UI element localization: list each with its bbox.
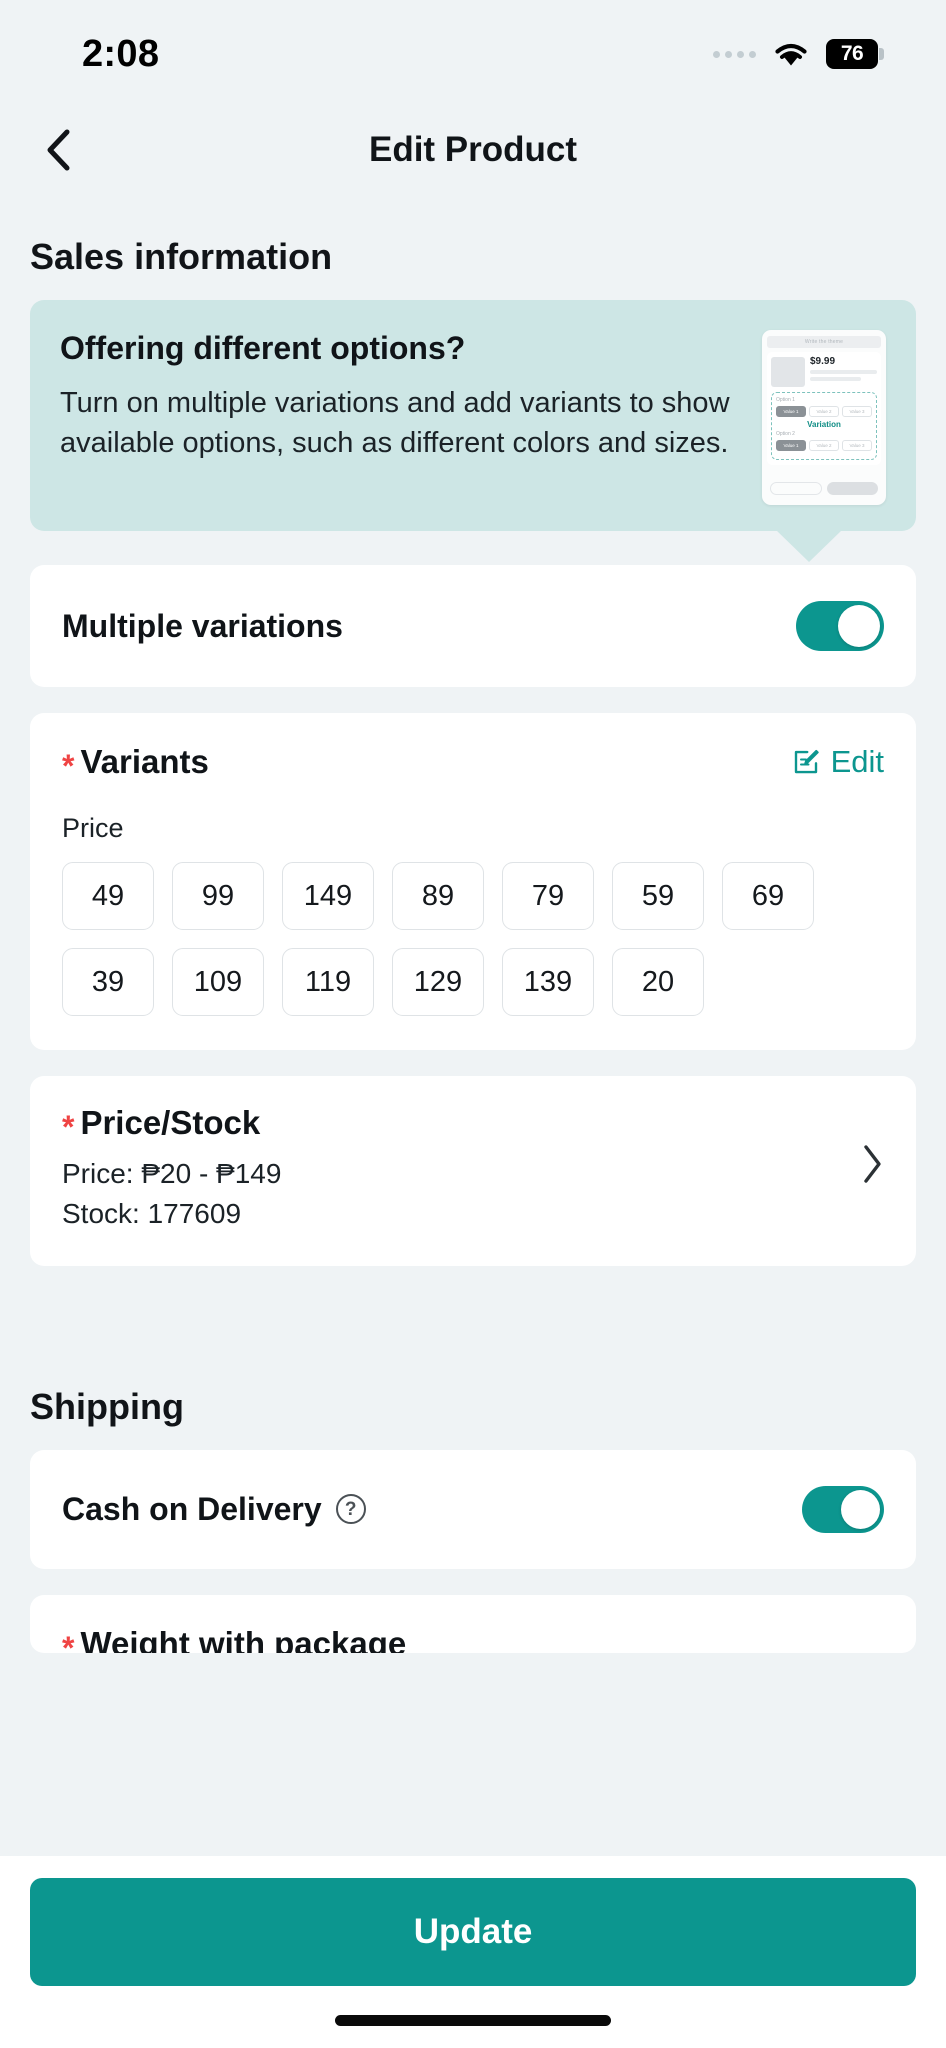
variants-edit-label: Edit [830,744,884,779]
signal-dots-icon [713,50,756,58]
variants-attribute-label: Price [62,813,124,843]
multiple-variations-card: Multiple variations [30,565,916,687]
mock-product-image [771,357,805,387]
chevron-left-icon [47,129,70,171]
promo-phone-mockup: Write the theme $9.99 Option 1 Value 1 V… [762,330,886,505]
variant-chip[interactable]: 89 [392,862,484,930]
multiple-variations-label: Multiple variations [62,607,343,644]
mock-buy-now-button [826,482,878,495]
price-stock-title: * Price/Stock [62,1104,840,1145]
variant-chip[interactable]: 99 [172,862,264,930]
variants-title-text: Variants [80,743,209,780]
variants-card: * Variants Edit Price 49 99 149 89 79 59… [30,713,916,1050]
status-bar: 2:08 76 [0,0,946,108]
variants-section: * Variants Edit Price 49 99 149 89 79 59… [30,713,916,1050]
variant-chip[interactable]: 129 [392,948,484,1016]
required-marker: * [62,1109,75,1145]
mock-placeholder-line [810,377,861,381]
promo-tail [776,530,842,562]
price-stock-card[interactable]: * Price/Stock Price: ₱20 - ₱149 Stock: 1… [30,1076,916,1266]
status-time: 2:08 [82,32,160,75]
cash-on-delivery-toggle[interactable] [802,1485,884,1533]
price-stock-title-text: Price/Stock [80,1104,261,1141]
variant-chip[interactable]: 79 [502,862,594,930]
variants-title: * Variants [62,743,209,784]
weight-with-package-title: * Weight with package [62,1625,884,1653]
variant-chip[interactable]: 149 [282,862,374,930]
mock-option2-label: Option 2 [776,431,795,437]
required-marker: * [62,1629,75,1653]
status-indicators: 76 [713,39,884,69]
variant-chip[interactable]: 20 [612,948,704,1016]
mock-header-text: Write the theme [804,339,844,345]
mock-variation-label: Variation [807,420,841,429]
battery-level: 76 [840,42,864,65]
weight-with-package-title-text: Weight with package [80,1624,407,1653]
mock-hero-right: $9.99 [810,357,877,387]
cash-on-delivery-row[interactable]: Cash on Delivery ? [30,1450,916,1569]
section-heading-shipping: Shipping [30,1385,184,1427]
mock-variation-group: Option 1 Value 1 Value 2 Value 3 Variati… [771,392,877,460]
price-stock-row[interactable]: * Price/Stock Price: ₱20 - ₱149 Stock: 1… [30,1076,916,1266]
question-mark-icon[interactable]: ? [335,1494,366,1524]
promo-title: Offering different options? [60,330,466,366]
battery-icon: 76 [826,39,884,69]
variant-chip[interactable]: 139 [502,948,594,1016]
variant-chip[interactable]: 49 [62,862,154,930]
variants-edit-button[interactable]: Edit [791,744,884,780]
promo-text: Offering different options? Turn on mult… [60,330,748,505]
price-range-text: Price: ₱20 - ₱149 [62,1158,282,1189]
edit-square-icon [794,749,819,774]
mock-value-chip: Value 2 [809,440,839,451]
mock-price: $9.99 [810,356,836,367]
mock-product-card: $9.99 Option 1 Value 1 Value 2 Value 3 V… [767,352,881,465]
mock-header-bar: Write the theme [767,336,881,348]
variant-chip[interactable]: 39 [62,948,154,1016]
variant-chip[interactable]: 59 [612,862,704,930]
chevron-right-icon[interactable] [840,1143,884,1195]
mock-value-chip: Value 3 [842,406,872,417]
wifi-icon [773,41,809,68]
section-heading-sales: Sales information [30,236,333,277]
weight-with-package-card[interactable]: * Weight with package [30,1594,916,1653]
home-indicator [335,2015,611,2026]
mock-value-chip: Value 1 [776,440,806,451]
promo-body: Turn on multiple variations and add vari… [60,387,730,460]
multiple-variations-toggle[interactable] [796,601,884,651]
cash-on-delivery-card: Cash on Delivery ? [30,1449,916,1569]
mock-value-chip: Value 1 [776,406,806,417]
price-stock-left: * Price/Stock Price: ₱20 - ₱149 Stock: 1… [62,1104,840,1234]
mock-option2-values: Value 1 Value 2 Value 3 [776,440,872,451]
update-button[interactable]: Update [30,1878,916,1986]
mock-placeholder-line [810,370,877,374]
variant-chip[interactable]: 119 [282,948,374,1016]
mock-hero: $9.99 [771,357,877,387]
nav-bar: Edit Product [0,108,946,192]
promo-banner: Offering different options? Turn on mult… [30,300,916,531]
mock-add-to-cart-button [770,482,822,495]
variant-value-chips: 49 99 149 89 79 59 69 39 109 119 129 139… [62,862,884,1016]
cash-on-delivery-label: Cash on Delivery [62,1490,322,1527]
mock-option1-values: Value 1 Value 2 Value 3 [776,406,872,417]
app-screen: 2:08 76 Edit Product Sales information O… [0,0,946,2048]
page-title: Edit Product [368,130,578,169]
mock-value-chip: Value 3 [842,440,872,451]
multiple-variations-row[interactable]: Multiple variations [30,565,916,687]
mock-value-chip: Value 2 [809,406,839,417]
variant-chip[interactable]: 109 [172,948,264,1016]
scroll-content[interactable]: Sales information Offering different opt… [0,192,946,2048]
bottom-action-bar: Update [0,1856,946,2048]
promo-banner-wrap: Offering different options? Turn on mult… [30,300,916,562]
variants-header: * Variants Edit [62,743,884,784]
cash-on-delivery-label-wrap: Cash on Delivery ? [62,1491,366,1528]
stock-text: Stock: 177609 [62,1197,242,1229]
back-button[interactable] [30,122,86,178]
required-marker: * [62,748,75,784]
mock-action-bar [767,482,881,499]
mock-option1-label: Option 1 [776,397,795,403]
variant-chip[interactable]: 69 [722,862,814,930]
